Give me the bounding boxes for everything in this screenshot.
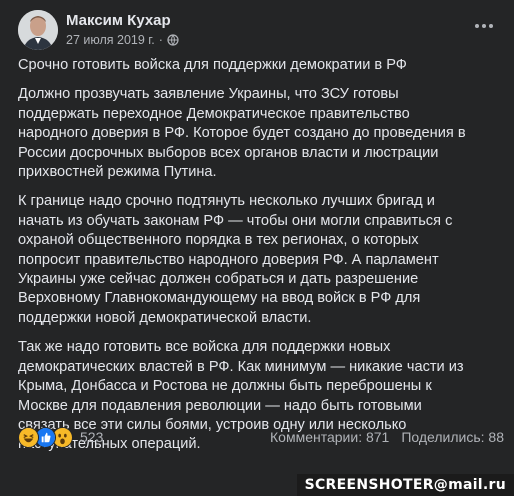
laughing-haha-icon <box>18 427 39 448</box>
author-name[interactable]: Максим Кухар <box>66 12 171 29</box>
paragraph-1: Должно прозвучать заявление Украины, что… <box>18 86 466 181</box>
post-title: Срочно готовить войска для поддержки дем… <box>18 57 407 73</box>
post-stats: Комментарии: 871 Поделились: 88 <box>270 429 504 445</box>
post-card: Максим Кухар 27 июля 2019 г. · Срочно го… <box>0 0 514 496</box>
reactions-summary[interactable] <box>18 427 76 448</box>
post-date[interactable]: 27 июля 2019 г. <box>66 33 155 47</box>
post-header: Максим Кухар 27 июля 2019 г. · <box>18 10 498 54</box>
comments-count[interactable]: Комментарии: 871 <box>270 429 389 445</box>
post-footer: 523 Комментарии: 871 Поделились: 88 <box>18 425 504 449</box>
globe-icon[interactable] <box>167 34 179 46</box>
shares-count[interactable]: Поделились: 88 <box>401 429 504 445</box>
more-options-icon[interactable] <box>472 16 496 36</box>
post-meta: 27 июля 2019 г. · <box>66 33 179 47</box>
paragraph-2: К границе надо срочно подтянуть нескольк… <box>18 193 453 326</box>
author-avatar[interactable] <box>18 10 58 50</box>
post-body: Срочно готовить войска для поддержки дем… <box>18 56 504 465</box>
reaction-count[interactable]: 523 <box>80 429 103 445</box>
watermark-label: SCREENSHOTER@mail.ru <box>296 474 514 496</box>
meta-separator: · <box>158 33 163 47</box>
